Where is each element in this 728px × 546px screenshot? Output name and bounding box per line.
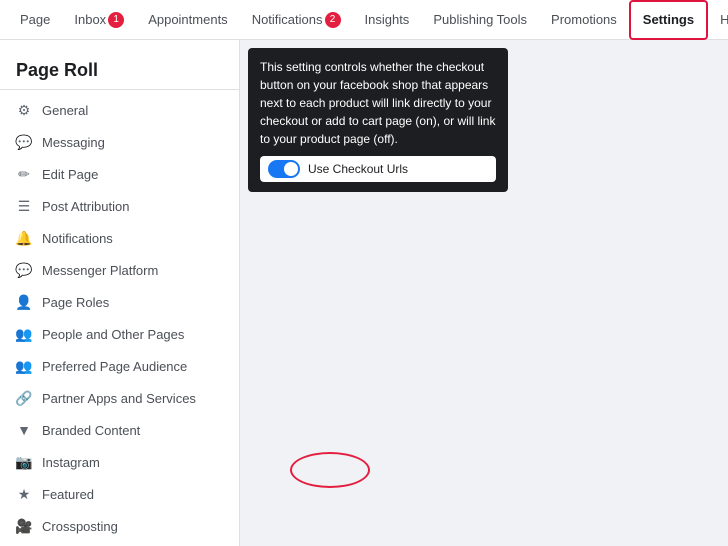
nav-promotions-label: Promotions — [551, 12, 617, 27]
page-roll-header: Page Roll — [0, 48, 239, 90]
instagram-icon: 📷 — [16, 454, 32, 470]
sidebar-item-people-other-pages[interactable]: 👥 People and Other Pages — [0, 318, 239, 350]
messaging-icon: 💬 — [16, 134, 32, 150]
nav-appointments[interactable]: Appointments — [136, 0, 240, 40]
messenger-icon: 💬 — [16, 262, 32, 278]
notifications-badge: 2 — [325, 12, 341, 28]
sidebar: Page Roll ⚙ General 💬 Messaging ✏ Edit P… — [0, 40, 240, 546]
sidebar-item-notifications[interactable]: 🔔 Notifications — [0, 222, 239, 254]
nav-notifications[interactable]: Notifications 2 — [240, 0, 353, 40]
sidebar-label-edit-page: Edit Page — [42, 167, 98, 182]
featured-icon: ★ — [16, 486, 32, 502]
nav-insights[interactable]: Insights — [353, 0, 422, 40]
nav-publishing-tools[interactable]: Publishing Tools — [421, 0, 539, 40]
sidebar-item-general[interactable]: ⚙ General — [0, 94, 239, 126]
sidebar-label-instagram: Instagram — [42, 455, 100, 470]
sidebar-label-featured: Featured — [42, 487, 94, 502]
sidebar-label-messaging: Messaging — [42, 135, 105, 150]
sidebar-item-instagram[interactable]: 📷 Instagram — [0, 446, 239, 478]
top-navigation: Page Inbox 1 Appointments Notifications … — [0, 0, 728, 40]
nav-settings[interactable]: Settings — [629, 0, 708, 40]
nav-help[interactable]: Help ▾ — [708, 0, 728, 40]
nav-inbox[interactable]: Inbox 1 — [62, 0, 136, 40]
inbox-badge: 1 — [108, 12, 124, 28]
nav-publishing-tools-label: Publishing Tools — [433, 12, 527, 27]
nav-settings-label: Settings — [643, 12, 694, 27]
nav-appointments-label: Appointments — [148, 12, 228, 27]
sidebar-item-messaging[interactable]: 💬 Messaging — [0, 126, 239, 158]
sidebar-item-featured[interactable]: ★ Featured — [0, 478, 239, 510]
checkout-tooltip: This setting controls whether the checko… — [248, 48, 508, 192]
sidebar-label-page-roles: Page Roles — [42, 295, 109, 310]
nav-inbox-label: Inbox — [74, 12, 106, 27]
nav-notifications-label: Notifications — [252, 12, 323, 27]
sidebar-item-page-roles[interactable]: 👤 Page Roles — [0, 286, 239, 318]
sidebar-label-general: General — [42, 103, 88, 118]
sidebar-item-preferred-audience[interactable]: 👥 Preferred Page Audience — [0, 350, 239, 382]
sidebar-item-edit-page[interactable]: ✏ Edit Page — [0, 158, 239, 190]
branded-icon: ▼ — [16, 422, 32, 438]
main-layout: Page Roll ⚙ General 💬 Messaging ✏ Edit P… — [0, 40, 728, 546]
sidebar-label-preferred-audience: Preferred Page Audience — [42, 359, 187, 374]
shop-circle-annotation — [290, 452, 370, 488]
sidebar-label-people-other-pages: People and Other Pages — [42, 327, 184, 342]
checkout-urls-toggle[interactable] — [268, 160, 300, 178]
tooltip-description: This setting controls whether the checko… — [260, 58, 496, 148]
sidebar-label-messenger-platform: Messenger Platform — [42, 263, 158, 278]
sidebar-label-crossposting: Crossposting — [42, 519, 118, 534]
toggle-label: Use Checkout Urls — [308, 160, 408, 178]
sidebar-label-notifications: Notifications — [42, 231, 113, 246]
content-area: This setting controls whether the checko… — [240, 40, 728, 546]
sidebar-item-branded-content[interactable]: ▼ Branded Content — [0, 414, 239, 446]
toggle-row[interactable]: Use Checkout Urls — [260, 156, 496, 182]
nav-promotions[interactable]: Promotions — [539, 0, 629, 40]
edit-icon: ✏ — [16, 166, 32, 182]
audience-icon: 👥 — [16, 358, 32, 374]
nav-page[interactable]: Page — [8, 0, 62, 40]
partner-icon: 🔗 — [16, 390, 32, 406]
sidebar-label-partner-apps: Partner Apps and Services — [42, 391, 196, 406]
sidebar-item-post-attribution[interactable]: ☰ Post Attribution — [0, 190, 239, 222]
sidebar-item-page-support-inbox[interactable]: ☰ Page Support Inbox — [0, 542, 239, 546]
nav-page-label: Page — [20, 12, 50, 27]
people-icon: 👥 — [16, 326, 32, 342]
sidebar-item-messenger-platform[interactable]: 💬 Messenger Platform — [0, 254, 239, 286]
sidebar-item-partner-apps[interactable]: 🔗 Partner Apps and Services — [0, 382, 239, 414]
general-icon: ⚙ — [16, 102, 32, 118]
page-roles-icon: 👤 — [16, 294, 32, 310]
post-attribution-icon: ☰ — [16, 198, 32, 214]
notifications-icon: 🔔 — [16, 230, 32, 246]
sidebar-label-post-attribution: Post Attribution — [42, 199, 129, 214]
sidebar-label-branded-content: Branded Content — [42, 423, 140, 438]
crossposting-icon: 🎥 — [16, 518, 32, 534]
nav-insights-label: Insights — [365, 12, 410, 27]
sidebar-item-crossposting[interactable]: 🎥 Crossposting — [0, 510, 239, 542]
nav-help-label: Help — [720, 12, 728, 27]
